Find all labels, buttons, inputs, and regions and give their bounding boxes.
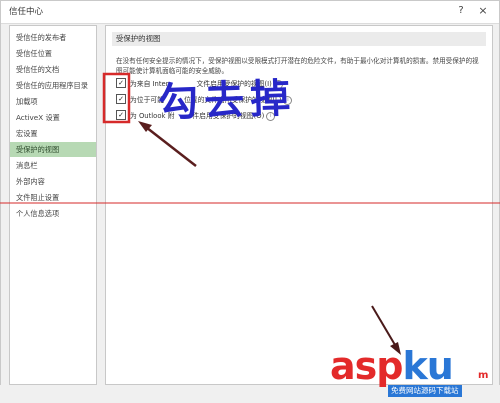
sidebar-item-protected-view[interactable]: 受保护的视图 — [10, 142, 96, 157]
sidebar-item-add-ins[interactable]: 加载项 — [10, 94, 96, 109]
trust-center-window: 信任中心 ? × 受信任的发布者 受信任位置 受信任的文档 受信任的应用程序目录… — [0, 0, 500, 403]
title-bar: 信任中心 ? × — [1, 1, 499, 24]
watermark-logo: aspku — [330, 344, 454, 388]
watermark-asp: asp — [330, 344, 403, 388]
help-icon[interactable]: ? — [453, 3, 469, 19]
sidebar-item-activex-settings[interactable]: ActiveX 设置 — [10, 110, 96, 125]
sidebar-item-trusted-app-catalogs[interactable]: 受信任的应用程序目录 — [10, 78, 96, 93]
watermark-suffix: m — [478, 370, 489, 381]
sidebar-item-macro-settings[interactable]: 宏设置 — [10, 126, 96, 141]
window-title: 信任中心 — [9, 7, 44, 17]
sidebar-item-trusted-documents[interactable]: 受信任的文档 — [10, 62, 96, 77]
watermark-subtitle: 免费网站源码下载站 — [388, 385, 462, 397]
checkbox-internet-files[interactable]: ✓ — [116, 78, 126, 88]
checkbox-outlook-attachments[interactable]: ✓ — [116, 110, 126, 120]
watermark-ku: ku — [402, 344, 453, 388]
section-title: 受保护的视图 — [112, 32, 486, 46]
sidebar-item-file-block-settings[interactable]: 文件阻止设置 — [10, 190, 96, 205]
sidebar-item-privacy-options[interactable]: 个人信息选项 — [10, 206, 96, 221]
sidebar-item-trusted-publishers[interactable]: 受信任的发布者 — [10, 30, 96, 45]
close-icon[interactable]: × — [475, 3, 491, 19]
sidebar-item-message-bar[interactable]: 消息栏 — [10, 158, 96, 173]
sidebar: 受信任的发布者 受信任位置 受信任的文档 受信任的应用程序目录 加载项 Acti… — [9, 25, 97, 385]
sidebar-item-external-content[interactable]: 外部内容 — [10, 174, 96, 189]
checkbox-unsafe-locations[interactable]: ✓ — [116, 94, 126, 104]
handwritten-note: 勾去掉 — [157, 74, 297, 127]
sidebar-item-trusted-locations[interactable]: 受信任位置 — [10, 46, 96, 61]
